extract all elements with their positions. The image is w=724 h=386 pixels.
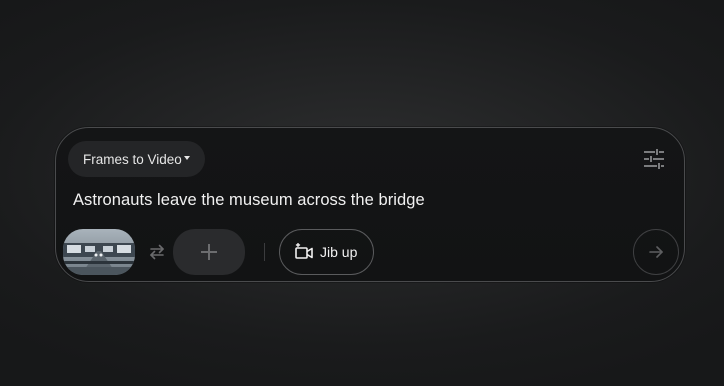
- arrow-right-icon: [649, 246, 663, 258]
- start-frame-thumbnail[interactable]: [63, 229, 135, 275]
- camera-motion-label: Jib up: [320, 244, 358, 260]
- prompt-composer: Frames to Video Astronauts leave the mus…: [55, 127, 685, 282]
- swap-arrows-icon[interactable]: [147, 242, 167, 262]
- mode-dropdown-label: Frames to Video: [83, 151, 182, 167]
- camera-motion-button[interactable]: Jib up: [279, 229, 374, 275]
- caret-down-icon: [184, 156, 190, 160]
- send-button[interactable]: [633, 229, 679, 275]
- video-camera-sparkle-icon: [295, 243, 313, 259]
- mode-dropdown[interactable]: Frames to Video: [68, 141, 205, 177]
- settings-sliders-icon[interactable]: [642, 147, 666, 171]
- prompt-text[interactable]: Astronauts leave the museum across the b…: [73, 191, 425, 210]
- add-end-frame-button[interactable]: [173, 229, 245, 275]
- plus-icon: [201, 244, 217, 260]
- divider: [264, 243, 265, 261]
